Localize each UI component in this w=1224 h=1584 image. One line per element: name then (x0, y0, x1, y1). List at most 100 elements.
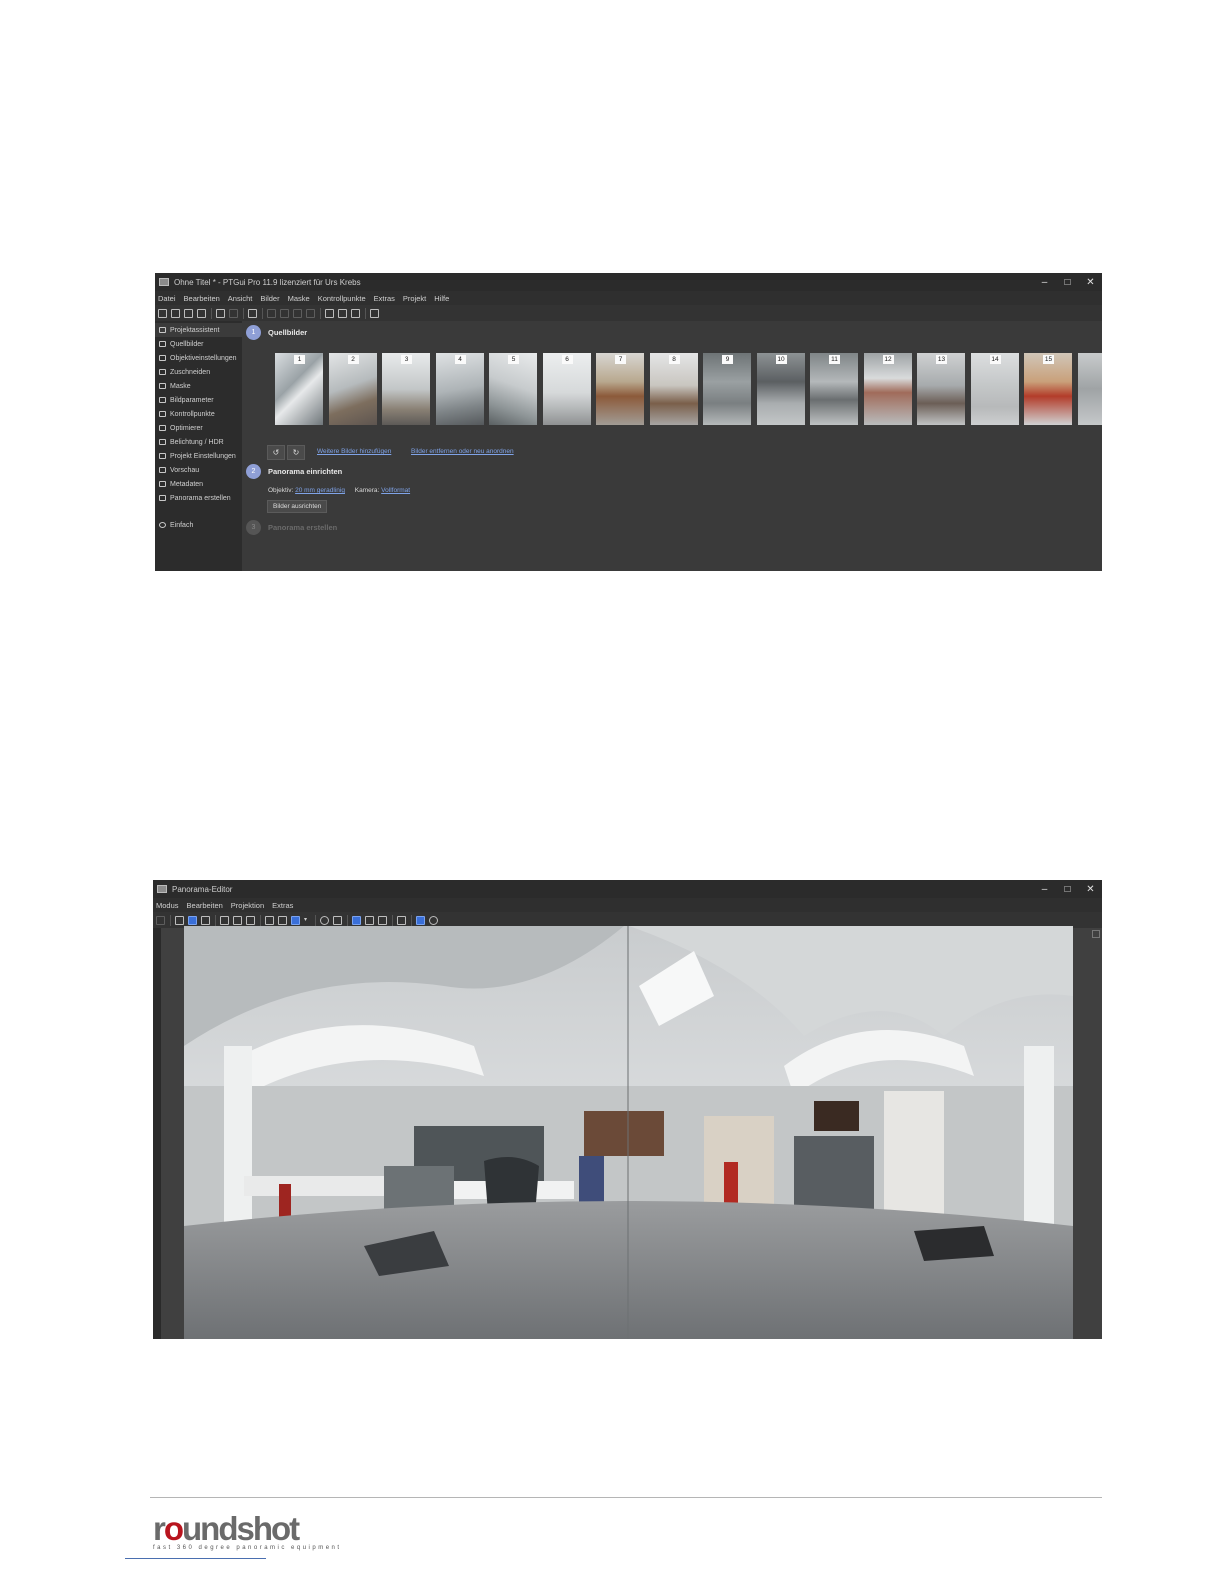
rectilinear-icon[interactable] (265, 915, 274, 925)
menu-projektion[interactable]: Projektion (231, 901, 264, 910)
rotate-right-icon[interactable]: ↻ (287, 445, 305, 460)
home-icon (159, 327, 166, 333)
menu-bearbeiten[interactable]: Bearbeiten (184, 294, 220, 303)
sidebar-item-panorama-erstellen[interactable]: Panorama erstellen (155, 491, 242, 505)
dropdown-icon[interactable]: ▾ (304, 916, 310, 925)
menu-bilder[interactable]: Bilder (260, 294, 279, 303)
close-icon[interactable]: ✕ (1079, 273, 1102, 291)
menu-projekt[interactable]: Projekt (403, 294, 426, 303)
save-icon[interactable] (197, 308, 206, 318)
move-icon[interactable] (201, 915, 210, 925)
fit-icon[interactable] (220, 915, 229, 925)
settings-icon[interactable] (248, 308, 257, 318)
menu-datei[interactable]: Datei (158, 294, 176, 303)
minimize-icon[interactable]: – (1033, 273, 1056, 291)
menu-hilfe[interactable]: Hilfe (434, 294, 449, 303)
menu-kontrollpunkte[interactable]: Kontrollpunkte (318, 294, 366, 303)
step-title: Panorama erstellen (268, 523, 338, 532)
menu-maske[interactable]: Maske (288, 294, 310, 303)
logo-part: r (153, 1510, 166, 1547)
copy-icon[interactable] (184, 308, 193, 318)
layers-icon[interactable] (175, 915, 184, 925)
maximize-icon[interactable]: □ (1056, 880, 1079, 898)
close-icon[interactable]: ✕ (1079, 880, 1102, 898)
thumbnail[interactable] (1077, 353, 1102, 425)
sidebar-item-maske[interactable]: Maske (155, 379, 242, 393)
menu-extras[interactable]: Extras (374, 294, 395, 303)
lens-link[interactable]: 20 mm geradlinig (295, 487, 345, 494)
center-icon[interactable] (233, 915, 242, 925)
menu-bearbeiten[interactable]: Bearbeiten (187, 901, 223, 910)
cp-last-icon[interactable] (306, 308, 315, 318)
crosshair-icon[interactable] (246, 915, 255, 925)
new-project-icon[interactable] (158, 308, 167, 318)
thumbnail[interactable]: 5 (489, 353, 537, 425)
toolbar-separator (215, 914, 216, 926)
maximize-icon[interactable]: □ (1056, 273, 1079, 291)
footer-divider (150, 1497, 1102, 1498)
thumbnail[interactable]: 4 (435, 353, 484, 425)
view-mode-3-icon[interactable] (378, 915, 387, 925)
thumbnail[interactable]: 15 (1024, 353, 1072, 425)
thumbnail[interactable]: 3 (382, 353, 430, 425)
sidebar-item-belichtung-hdr[interactable]: Belichtung / HDR (155, 435, 242, 449)
menu-extras[interactable]: Extras (272, 901, 293, 910)
thumbnail[interactable]: 7 (596, 353, 644, 425)
redo-icon[interactable] (229, 308, 238, 318)
thumbnail[interactable]: 14 (970, 353, 1019, 425)
cp-prev-icon[interactable] (280, 308, 289, 318)
sidebar-item-quellbilder[interactable]: Quellbilder (155, 337, 242, 351)
remove-reorder-link[interactable]: Bilder entfernen oder neu anordnen (411, 448, 514, 455)
thumbnail[interactable]: 12 (863, 353, 912, 425)
sidebar-item-optimierer[interactable]: Optimierer (155, 421, 242, 435)
menu-modus[interactable]: Modus (156, 901, 179, 910)
sidebar-item-vorschau[interactable]: Vorschau (155, 463, 242, 477)
toolbar-separator (243, 307, 244, 319)
table-icon[interactable] (338, 308, 347, 318)
lightbulb-icon[interactable] (351, 308, 360, 318)
cylinder-icon[interactable] (278, 915, 287, 925)
thumbnail[interactable]: 6 (542, 353, 591, 425)
sidebar-item-einfach[interactable]: Einfach (155, 518, 242, 532)
panorama-editor-icon[interactable] (325, 308, 334, 318)
sidebar-item-projekt-einstellungen[interactable]: Projekt Einstellungen (155, 449, 242, 463)
thumbnail-number: 1 (294, 355, 305, 364)
thumbnail[interactable]: 10 (756, 353, 805, 425)
open-project-icon[interactable] (171, 308, 180, 318)
sidebar-item-metadaten[interactable]: Metadaten (155, 477, 242, 491)
view-mode-1-icon[interactable] (352, 915, 361, 925)
thumbnail[interactable]: 1 (275, 353, 323, 425)
sidebar-item-projektassistent[interactable]: Projektassistent (155, 323, 242, 337)
pan-mode-icon[interactable] (188, 915, 197, 925)
align-images-button[interactable]: Bilder ausrichten (267, 500, 328, 513)
sidebar-item-zuschneiden[interactable]: Zuschneiden (155, 365, 242, 379)
sidebar-item-objektiveinstellungen[interactable]: Objektiveinstellungen (155, 351, 242, 365)
equirectangular-icon[interactable] (291, 915, 300, 925)
numbers-icon[interactable] (397, 915, 406, 925)
view-mode-2-icon[interactable] (365, 915, 374, 925)
rotate-left-icon[interactable]: ↺ (267, 445, 285, 460)
show-images-icon[interactable] (416, 915, 425, 925)
thumbnail[interactable]: 2 (328, 353, 377, 425)
logo-tagline: fast 360 degree panoramic equipment (153, 1545, 342, 1551)
minimize-icon[interactable]: – (1033, 880, 1056, 898)
camera-link[interactable]: Vollformat (381, 487, 410, 494)
sidebar-item-bildparameter[interactable]: Bildparameter (155, 393, 242, 407)
panorama-preview[interactable] (184, 926, 1073, 1339)
thumbnail[interactable]: 9 (703, 353, 751, 425)
zoom-icon[interactable] (320, 915, 329, 925)
help-icon[interactable] (370, 308, 379, 318)
add-images-link[interactable]: Weitere Bilder hinzufügen (317, 448, 391, 455)
sidebar-item-kontrollpunkte[interactable]: Kontrollpunkte (155, 407, 242, 421)
eye-icon[interactable] (333, 915, 342, 925)
image-icon[interactable] (156, 915, 165, 925)
help-icon[interactable] (429, 915, 438, 925)
thumbnail[interactable]: 8 (649, 353, 698, 425)
thumbnail[interactable]: 11 (810, 353, 858, 425)
cp-first-icon[interactable] (267, 308, 276, 318)
undo-icon[interactable] (216, 308, 225, 318)
cp-next-icon[interactable] (293, 308, 302, 318)
scroll-corner-icon[interactable] (1092, 930, 1100, 938)
menu-ansicht[interactable]: Ansicht (228, 294, 253, 303)
thumbnail[interactable]: 13 (917, 353, 965, 425)
